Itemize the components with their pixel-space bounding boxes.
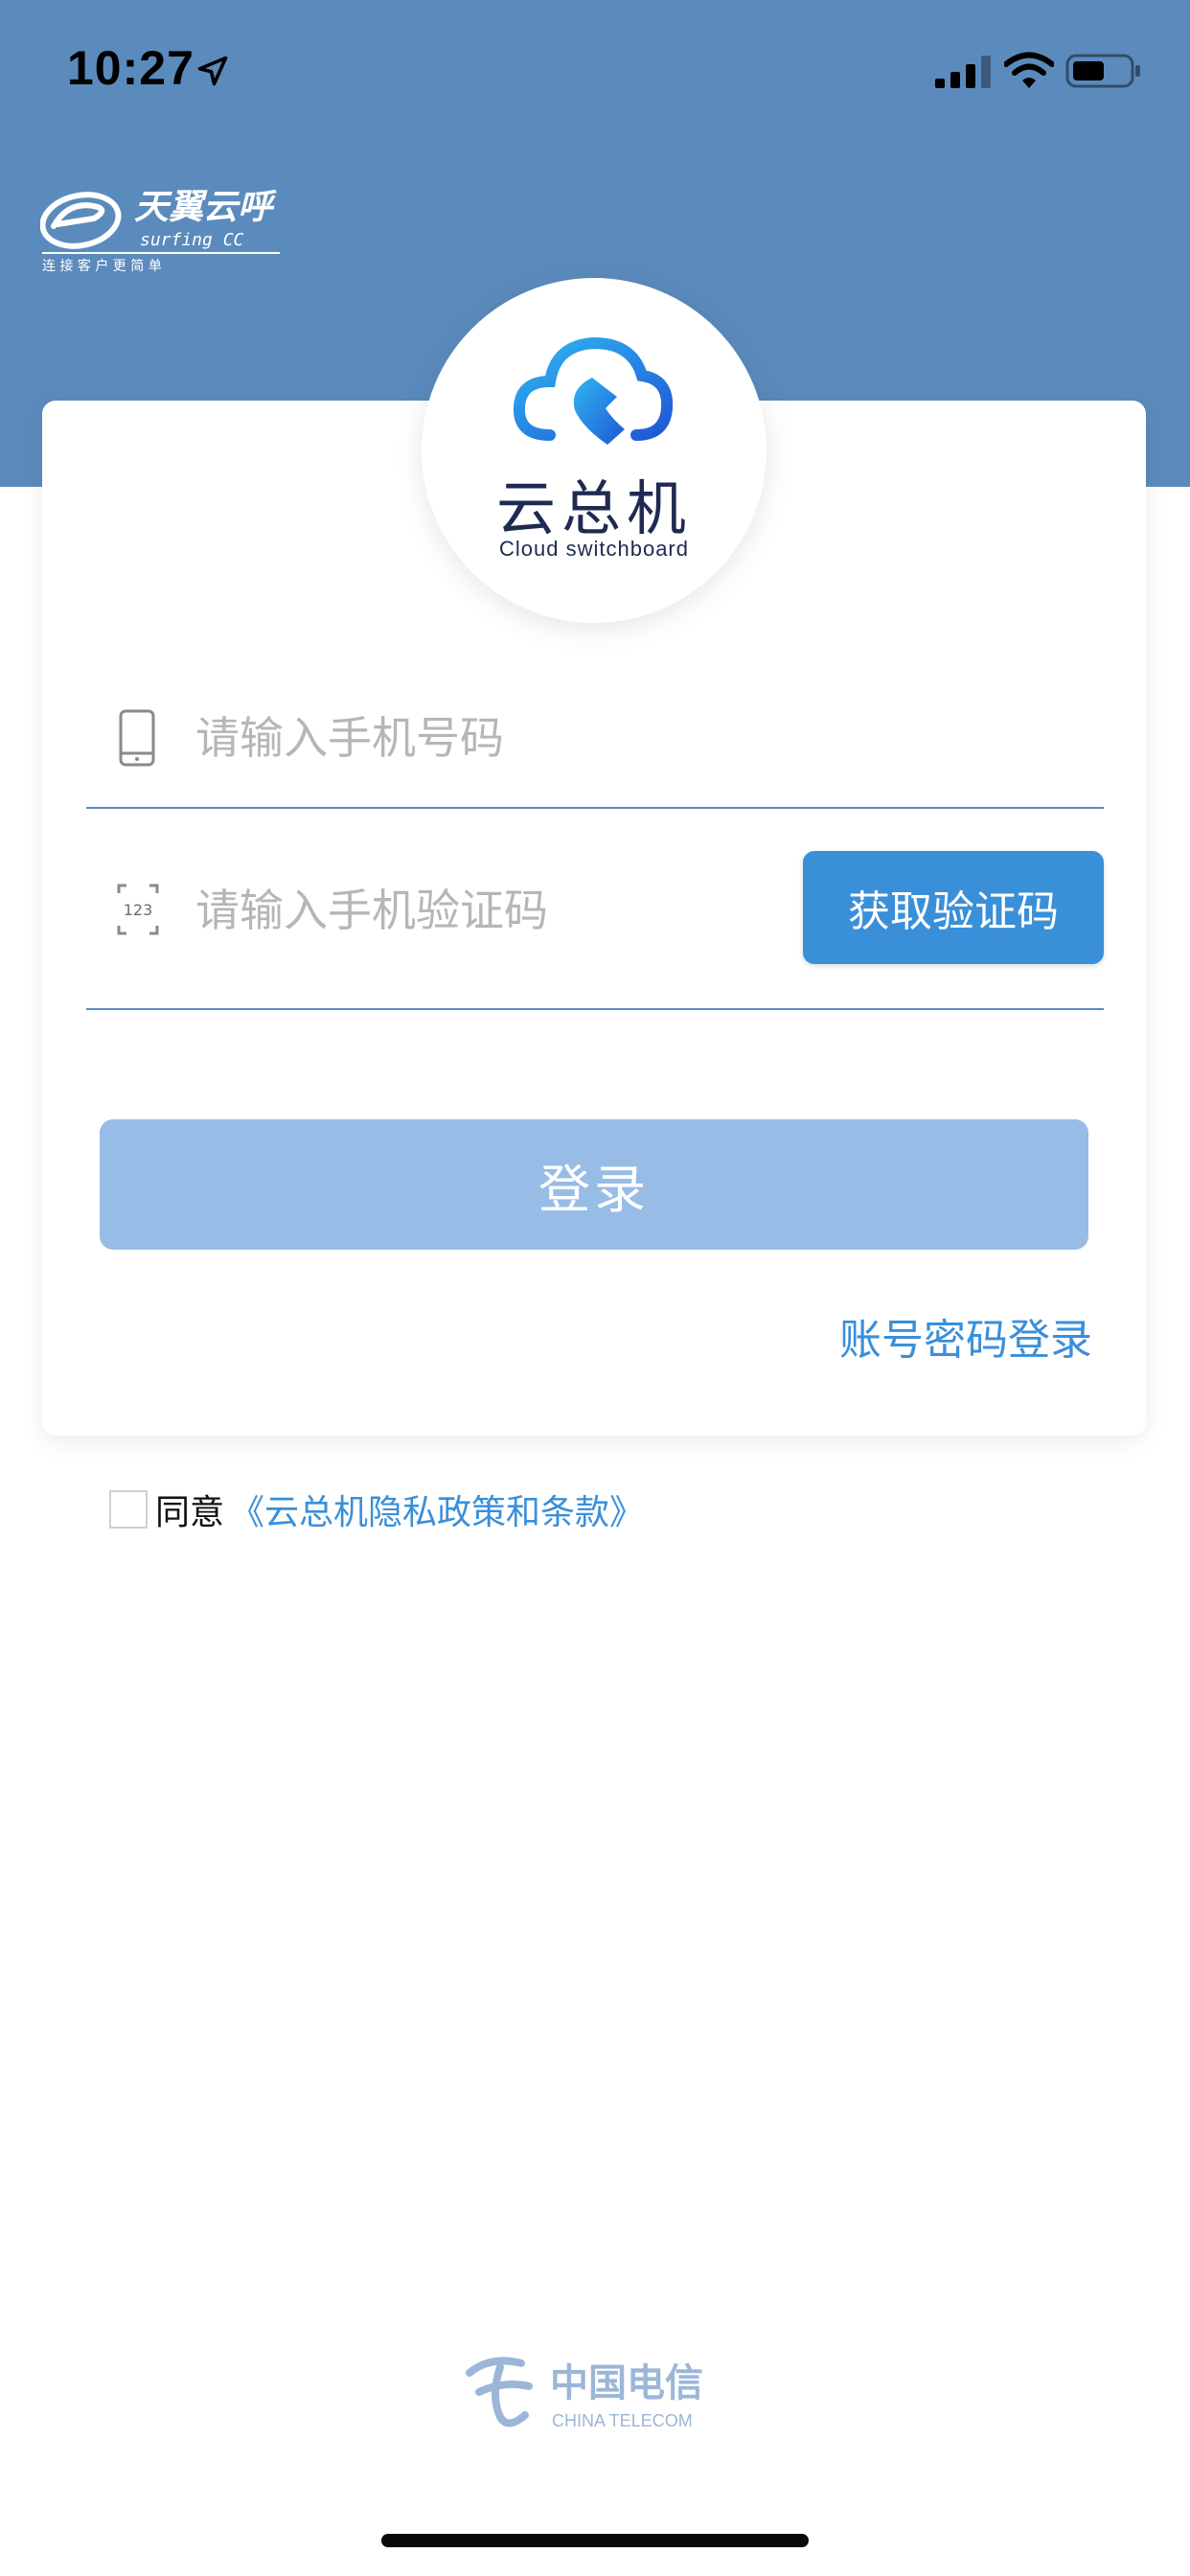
account-password-login-link[interactable]: 账号密码登录 [805,1305,1092,1367]
footer-logo-cn: 中国电信 [550,2360,703,2405]
wifi-icon [1004,52,1054,88]
code-icon-text: 123 [124,901,153,919]
phone-input[interactable] [194,703,1060,772]
brand-subtitle: surfing CC [140,230,244,250]
cloud-phone-icon [513,336,674,445]
verification-code-input[interactable] [194,876,791,945]
china-telecom-logo: 中国电信 CHINA TELECOM [466,2357,703,2430]
login-button[interactable]: 登录 [100,1119,1088,1250]
battery-icon [1065,54,1140,88]
phone-field-row [86,671,1104,809]
location-arrow-icon [197,56,228,86]
footer-logo-en: CHINA TELECOM [552,2411,693,2430]
home-indicator [381,2534,809,2547]
agreement-row: 同意 《云总机隐私政策和条款》 [109,1484,644,1534]
app-name: 云总机 [495,473,692,543]
brand-name: 天翼云呼 [134,188,277,227]
agree-text: 同意 [155,1493,225,1532]
status-bar: 10:27 [0,0,1190,134]
privacy-policy-link[interactable]: 《云总机隐私政策和条款》 [230,1484,644,1534]
app-subname: Cloud switchboard [499,537,689,561]
status-time: 10:27 [67,41,195,95]
agree-checkbox[interactable] [109,1490,148,1529]
brand-logo: 天翼云呼 surfing CC 连 接 客 户 更 简 单 [40,188,280,274]
brand-slogan: 连 接 客 户 更 简 单 [42,258,162,274]
cellular-signal-icon [935,56,991,88]
get-code-button[interactable]: 获取验证码 [803,851,1104,964]
mobile-phone-icon [119,709,155,767]
code-field-row: 123 获取验证码 [86,843,1104,1010]
app-logo: 云总机 Cloud switchboard [422,278,767,623]
verification-code-icon: 123 [117,884,159,935]
